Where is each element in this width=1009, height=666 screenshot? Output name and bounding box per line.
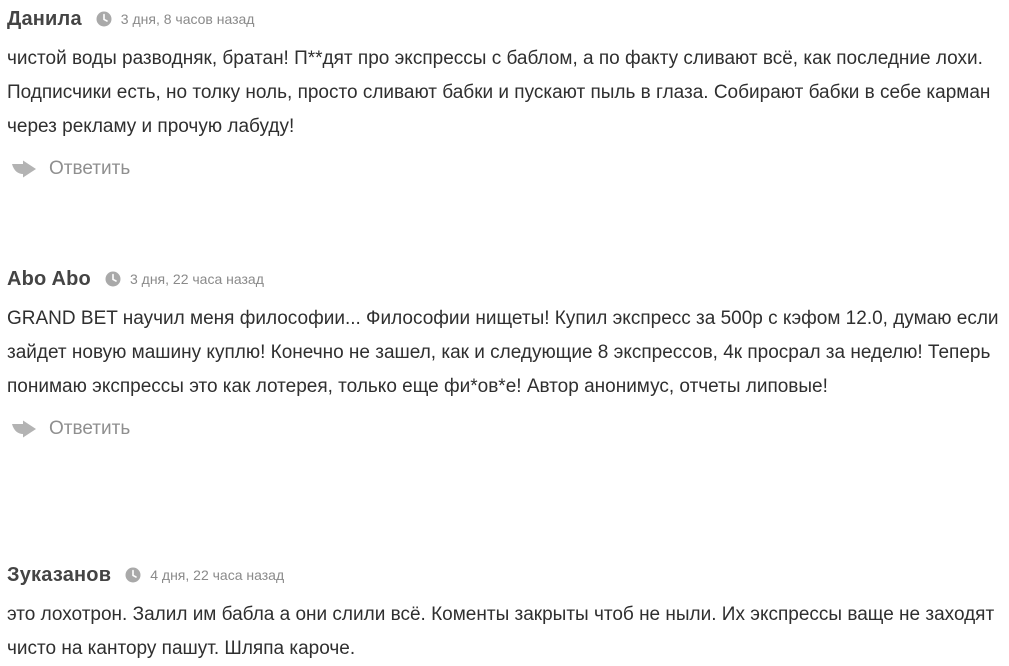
comment-meta: 3 дня, 8 часов назад: [96, 11, 255, 27]
reply-label: Ответить: [49, 158, 131, 179]
reply-button[interactable]: Ответить: [7, 156, 1009, 182]
comment-header: Abo Abo 3 дня, 22 часа назад: [7, 266, 1009, 292]
comment-meta: 3 дня, 22 часа назад: [105, 271, 264, 287]
comment-author[interactable]: Данила: [7, 8, 82, 31]
comment: Данила 3 дня, 8 часов назад чистой воды …: [7, 6, 1009, 182]
comment-header: Зуказанов 4 дня, 22 часа назад: [7, 562, 1009, 588]
comment-author[interactable]: Abo Abo: [7, 268, 91, 291]
clock-icon: [96, 11, 112, 27]
comment-meta: 4 дня, 22 часа назад: [125, 567, 284, 583]
clock-icon: [125, 567, 141, 583]
reply-button[interactable]: Ответить: [7, 416, 1009, 442]
reply-label: Ответить: [49, 418, 131, 439]
comment: Abo Abo 3 дня, 22 часа назад GRAND BET н…: [7, 266, 1009, 442]
comment-header: Данила 3 дня, 8 часов назад: [7, 6, 1009, 32]
clock-icon: [105, 271, 121, 287]
reply-arrow-icon: [12, 420, 36, 438]
comment: Зуказанов 4 дня, 22 часа назад это лохот…: [7, 562, 1009, 666]
comment-text: чистой воды разводняк, братан! П**дят пр…: [7, 48, 991, 137]
comment-text: GRAND BET научил меня философии... Филос…: [7, 308, 999, 397]
comment-text: это лохотрон. Залил им бабла а они слили…: [7, 604, 995, 659]
comment-date[interactable]: 3 дня, 8 часов назад: [121, 11, 255, 27]
reply-arrow-icon: [12, 160, 36, 178]
comment-date[interactable]: 3 дня, 22 часа назад: [130, 271, 264, 287]
comment-author[interactable]: Зуказанов: [7, 564, 111, 587]
comment-date[interactable]: 4 дня, 22 часа назад: [150, 567, 284, 583]
